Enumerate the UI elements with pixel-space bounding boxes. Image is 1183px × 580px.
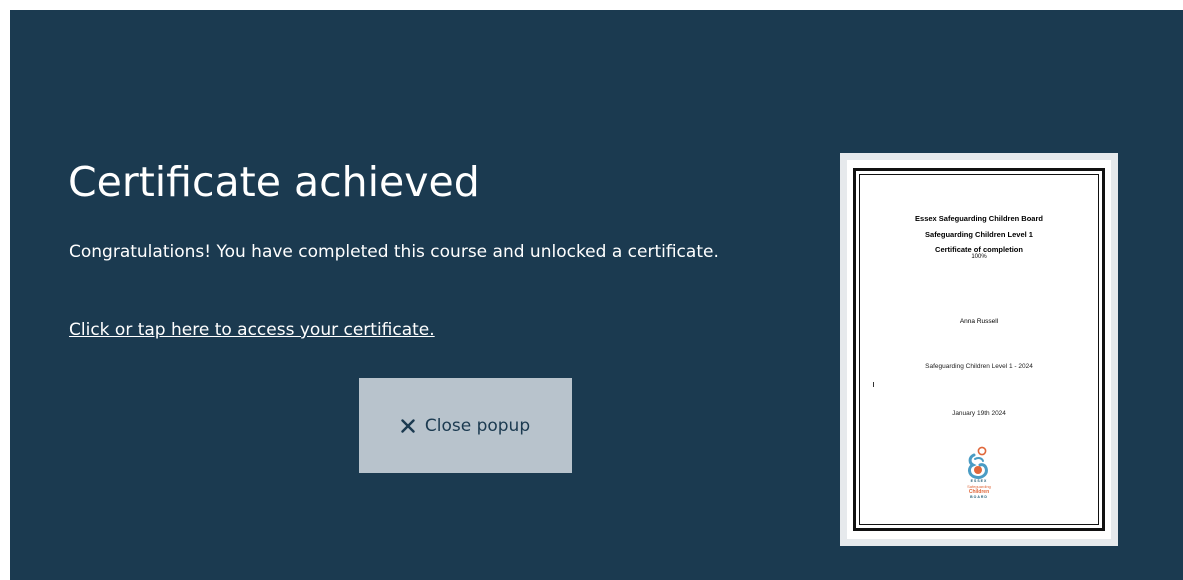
logo-line-1: ESSEX <box>970 479 988 483</box>
certificate-score: 100% <box>971 254 987 260</box>
close-icon <box>401 418 415 433</box>
certificate-board: Essex Safeguarding Children Board <box>915 214 1043 223</box>
certificate-heading: Certificate of completion <box>935 245 1023 254</box>
logo-figure-icon <box>968 446 988 479</box>
certificate-popup: Certificate achieved Congratulations! Yo… <box>10 10 1183 580</box>
certificate-course: Safeguarding Children Level 1 <box>925 230 1033 239</box>
certificate-date: January 19th 2024 <box>952 410 1006 417</box>
logo-line-4: BOARD <box>970 495 988 499</box>
certificate-page: Essex Safeguarding Children Board Safegu… <box>847 160 1111 539</box>
certificate-recipient: Anna Russell <box>959 318 999 325</box>
certificate-thumbnail: Essex Safeguarding Children Board Safegu… <box>840 153 1118 546</box>
popup-message: Congratulations! You have completed this… <box>69 242 719 262</box>
close-popup-button[interactable]: Close popup <box>359 378 572 473</box>
certificate-mark <box>873 382 874 387</box>
certificate-link[interactable]: Click or tap here to access your certifi… <box>69 320 435 340</box>
essex-safeguarding-logo: ESSEX Safeguarding Children BOARD <box>961 446 997 508</box>
popup-title: Certificate achieved <box>68 158 480 206</box>
close-popup-label: Close popup <box>424 415 531 436</box>
certificate-course-name: Safeguarding Children Level 1 - 2024 <box>925 363 1033 370</box>
